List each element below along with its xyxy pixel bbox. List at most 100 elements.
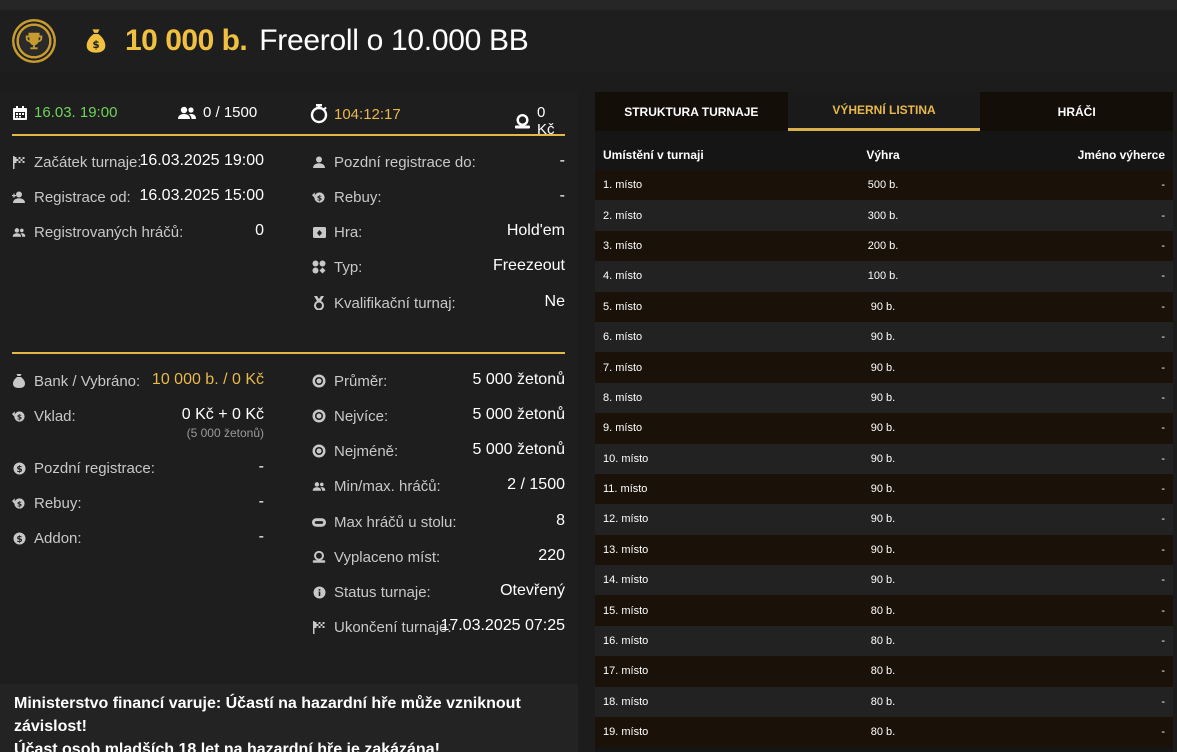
header-place: Umístění v turnaji (603, 148, 704, 162)
medal-icon (312, 296, 326, 310)
chip-icon (312, 444, 326, 458)
svg-text:$: $ (16, 535, 22, 545)
place-cell: 5. místo (603, 300, 643, 313)
chip-icon (312, 374, 326, 388)
avg-stack-value: 5 000 žetonů (472, 371, 565, 388)
info-icon (312, 586, 326, 599)
winner-cell: - (1161, 543, 1165, 556)
winner-cell: - (1161, 422, 1165, 435)
payout-panel: STRUKTURA TURNAJE VÝHERNÍ LISTINA HRÁČI … (595, 92, 1174, 752)
bank-value: 10 000 b. / 0 Kč (151, 371, 264, 388)
table-row: 16. místo 80 b. - (595, 625, 1173, 657)
tab-bar: STRUKTURA TURNAJE VÝHERNÍ LISTINA HRÁČI (595, 92, 1174, 131)
table-size-value: 8 (556, 512, 565, 529)
rebuy-fee-row: $ Rebuy: (12, 493, 82, 513)
users-icon (177, 106, 197, 120)
table-row: 8. místo 90 b. - (595, 382, 1173, 414)
flag-icon (12, 155, 26, 169)
table-row: 15. místo 80 b. - (595, 595, 1173, 626)
info-label: Typ: (334, 258, 363, 276)
prize-cell: 90 b. (870, 331, 896, 344)
min-max-players-row: Min/max. hráčů: (312, 476, 441, 496)
place-cell: 3. místo (603, 239, 643, 252)
warning-line-2: Účast osob mladších 18 let na hazardní h… (14, 741, 440, 752)
svg-text:$: $ (92, 39, 99, 51)
winner-cell: - (1161, 391, 1165, 404)
money-refresh-icon: $ (12, 497, 26, 510)
table-row: 19. místo 80 b. - (595, 717, 1173, 748)
prize-cell: 500 b. (867, 179, 899, 192)
svg-text:$: $ (17, 499, 22, 508)
warning-line-1: Ministerstvo financí varuje: Účastí na h… (14, 695, 521, 735)
prize-amount: 10 000 b. (125, 24, 248, 57)
money-bag-icon: $ (82, 27, 110, 55)
deposit-chips: (5 000 žetonů) (186, 426, 264, 440)
min-stack-row: Nejméně: (312, 441, 398, 461)
place-cell: 7. místo (603, 361, 643, 374)
place-cell: 4. místo (603, 270, 643, 283)
money-bag-icon (12, 374, 26, 388)
place-cell: 2. místo (603, 209, 643, 222)
place-cell: 17. místo (603, 665, 649, 678)
money-label: Ukončení turnaje: (334, 618, 452, 636)
bank-row: Bank / Vybráno: (12, 371, 140, 391)
deposit-value: 0 Kč + 0 Kč (181, 406, 264, 423)
tab-payouts[interactable]: VÝHERNÍ LISTINA (787, 92, 981, 131)
min-max-players-value: 2 / 1500 (507, 476, 565, 493)
tournament-info-panel: 16.03. 19:00 0 / 1500 104:12:17 0 Kč Zač… (0, 92, 578, 684)
avg-stack-row: Průměr: (312, 371, 387, 391)
place-cell: 14. místo (603, 574, 649, 587)
prize-cell: 90 b. (870, 452, 896, 465)
table-row: 7. místo 90 b. - (595, 352, 1173, 383)
stat-bar: 16.03. 19:00 0 / 1500 104:12:17 0 Kč (12, 92, 565, 138)
winner-cell: - (1161, 665, 1165, 678)
players-stat: 0 / 1500 (177, 104, 257, 121)
prize-cell: 200 b. (867, 239, 899, 252)
money-label: Pozdní registrace: (34, 459, 155, 477)
info-label: Registrovaných hráčů: (34, 223, 184, 241)
winner-cell: - (1161, 695, 1165, 708)
section-divider (12, 352, 565, 354)
info-label: Pozdní registrace do: (334, 153, 476, 171)
table-row: 14. místo 90 b. - (595, 565, 1173, 596)
info-label: Rebuy: (334, 188, 382, 206)
place-cell: 18. místo (603, 695, 649, 708)
info-start-row: Začátek turnaje: (12, 152, 142, 172)
info-game-row: Hra: (312, 222, 362, 242)
table-row: 13. místo 90 b. - (595, 534, 1173, 566)
winner-cell: - (1161, 574, 1165, 587)
money-label: Nejméně: (334, 442, 399, 460)
table-size-row: Max hráčů u stolu: (312, 512, 457, 532)
players-value: 0 / 1500 (203, 104, 258, 121)
place-cell: 9. místo (603, 422, 643, 435)
calendar-icon (12, 105, 28, 121)
tab-players[interactable]: HRÁČI (980, 92, 1174, 131)
tab-structure[interactable]: STRUKTURA TURNAJE (595, 92, 788, 131)
suits-icon (312, 260, 326, 274)
coin-icon: $ (12, 462, 26, 475)
table-icon (312, 517, 326, 527)
winner-cell: - (1161, 209, 1165, 222)
winner-cell: - (1161, 331, 1165, 344)
info-label: Začátek turnaje: (34, 153, 142, 171)
prize-cell: 90 b. (870, 391, 896, 404)
late-reg-fee-value: - (258, 458, 264, 475)
info-label: Registrace od: (34, 188, 131, 206)
money-label: Min/max. hráčů: (334, 477, 441, 495)
trophy-logo-icon (12, 19, 56, 63)
user-icon (312, 156, 326, 168)
money-label: Addon: (34, 529, 82, 547)
status-value: Otevřený (500, 582, 565, 599)
late-reg-fee-row: $ Pozdní registrace: (12, 458, 155, 478)
table-row: 9. místo 90 b. - (595, 413, 1173, 444)
prize-cell: 80 b. (870, 726, 896, 739)
place-cell: 12. místo (603, 513, 649, 526)
paid-places-value: 220 (538, 547, 565, 564)
end-time-value: 17.03.2025 07:25 (440, 617, 565, 634)
user-add-icon (12, 191, 26, 203)
users-icon (312, 481, 326, 492)
table-row: 12. místo 90 b. - (595, 504, 1173, 535)
table-row: 6. místo 90 b. - (595, 321, 1173, 353)
place-cell: 1. místo (603, 179, 643, 192)
place-cell: 8. místo (603, 391, 643, 404)
